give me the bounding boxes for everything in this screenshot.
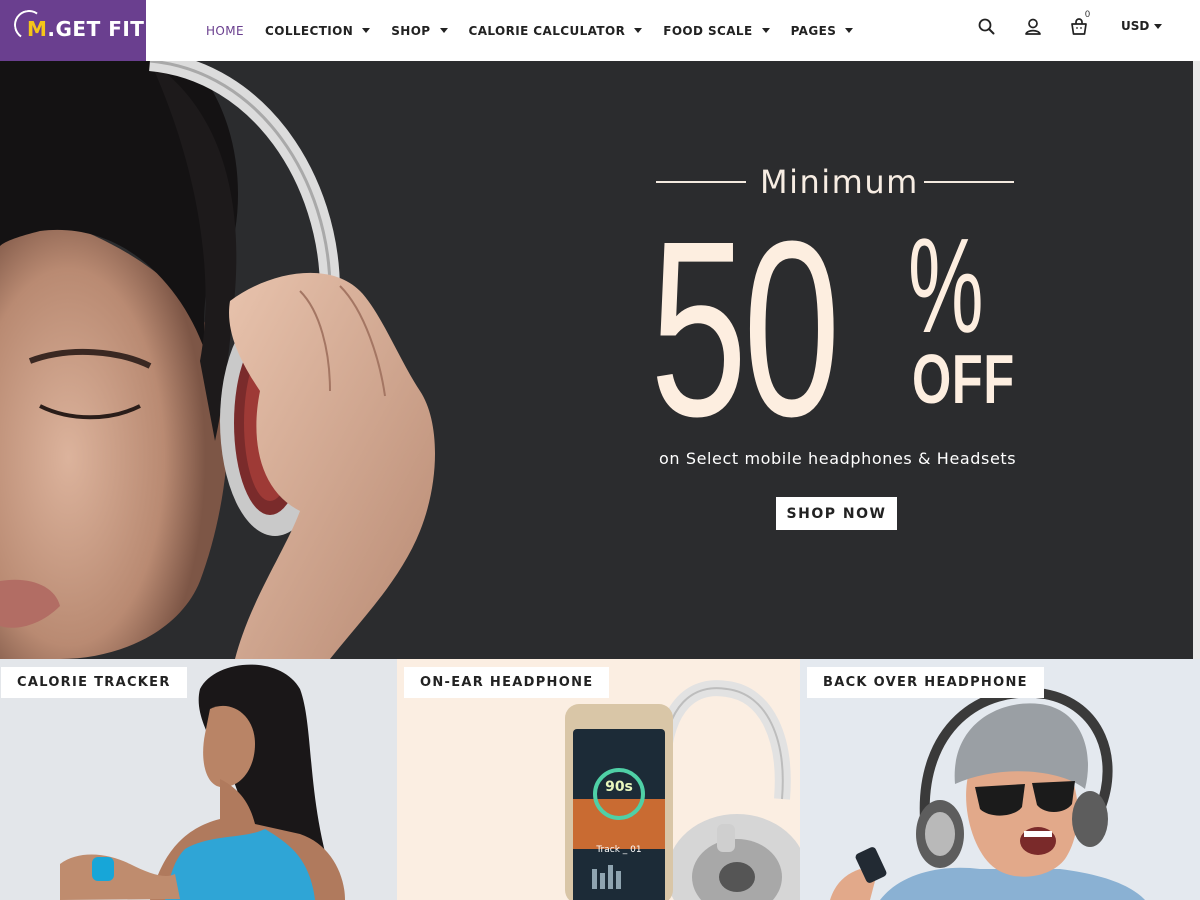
caret-down-icon [1154,23,1163,29]
cart-icon[interactable] [1068,16,1090,38]
category-tile-on-ear-headphone[interactable]: 90s Track _ 01 ON-EAR HEADPHONE [397,659,800,900]
category-tile-calorie-tracker[interactable]: CALORIE TRACKER [0,659,397,900]
logo-letter: M [27,17,48,41]
caret-down-icon [634,28,643,33]
caret-down-icon [845,28,854,33]
phone-counter-text: 90s [605,779,633,795]
currency-selector[interactable]: USD [1121,19,1163,33]
logo-text: M.GET FIT [27,17,144,41]
caret-down-icon [439,28,448,33]
nav-food-scale[interactable]: FOOD SCALE [663,23,770,38]
discount-number: 50 [650,189,840,468]
nav-shop[interactable]: SHOP [391,23,448,38]
hero-banner: Minimum 50 % OFF on Select mobile headph… [0,61,1193,659]
currency-label: USD [1121,19,1150,33]
search-icon[interactable] [976,16,998,38]
off-text: OFF [912,340,1015,418]
percent-sign: % [908,210,984,361]
main-nav: HOME COLLECTION SHOP CALORIE CALCULATOR … [206,0,874,61]
nav-home[interactable]: HOME [206,24,244,38]
category-label[interactable]: ON-EAR HEADPHONE [404,667,610,698]
user-icon[interactable] [1022,16,1044,38]
hero-woman-headphones-image [0,61,435,659]
nav-collection[interactable]: COLLECTION [265,23,371,38]
divider-line [924,181,1014,183]
nav-pages-label: PAGES [790,23,837,38]
category-label[interactable]: BACK OVER HEADPHONE [807,667,1044,698]
site-header: M.GET FIT HOME COLLECTION SHOP CALORIE C… [0,0,1200,61]
nav-pages[interactable]: PAGES [791,24,854,38]
phone-track-text: Track _ 01 [595,845,641,855]
caret-down-icon [761,28,770,33]
shop-now-button[interactable]: SHOP NOW [776,497,897,530]
nav-food-scale-label: FOOD SCALE [663,23,753,38]
category-tile-back-over-headphone[interactable]: BACK OVER HEADPHONE [800,659,1200,900]
category-label[interactable]: CALORIE TRACKER [1,667,187,698]
nav-collection-label: COLLECTION [265,23,354,38]
nav-home-label: HOME [206,23,245,38]
caret-down-icon [362,28,371,33]
logo-wordmark: .GET FIT [47,17,145,41]
divider-line [656,181,746,183]
logo[interactable]: M.GET FIT [0,0,146,61]
promo-subtitle: on Select mobile headphones & Headsets [659,449,1017,468]
nav-calorie-calculator[interactable]: CALORIE CALCULATOR [469,24,643,38]
page-scrollbar[interactable] [1193,61,1200,659]
cart-count-badge: 0 [1085,9,1091,19]
nav-shop-label: SHOP [391,23,431,38]
nav-calorie-calculator-label: CALORIE CALCULATOR [468,23,626,38]
